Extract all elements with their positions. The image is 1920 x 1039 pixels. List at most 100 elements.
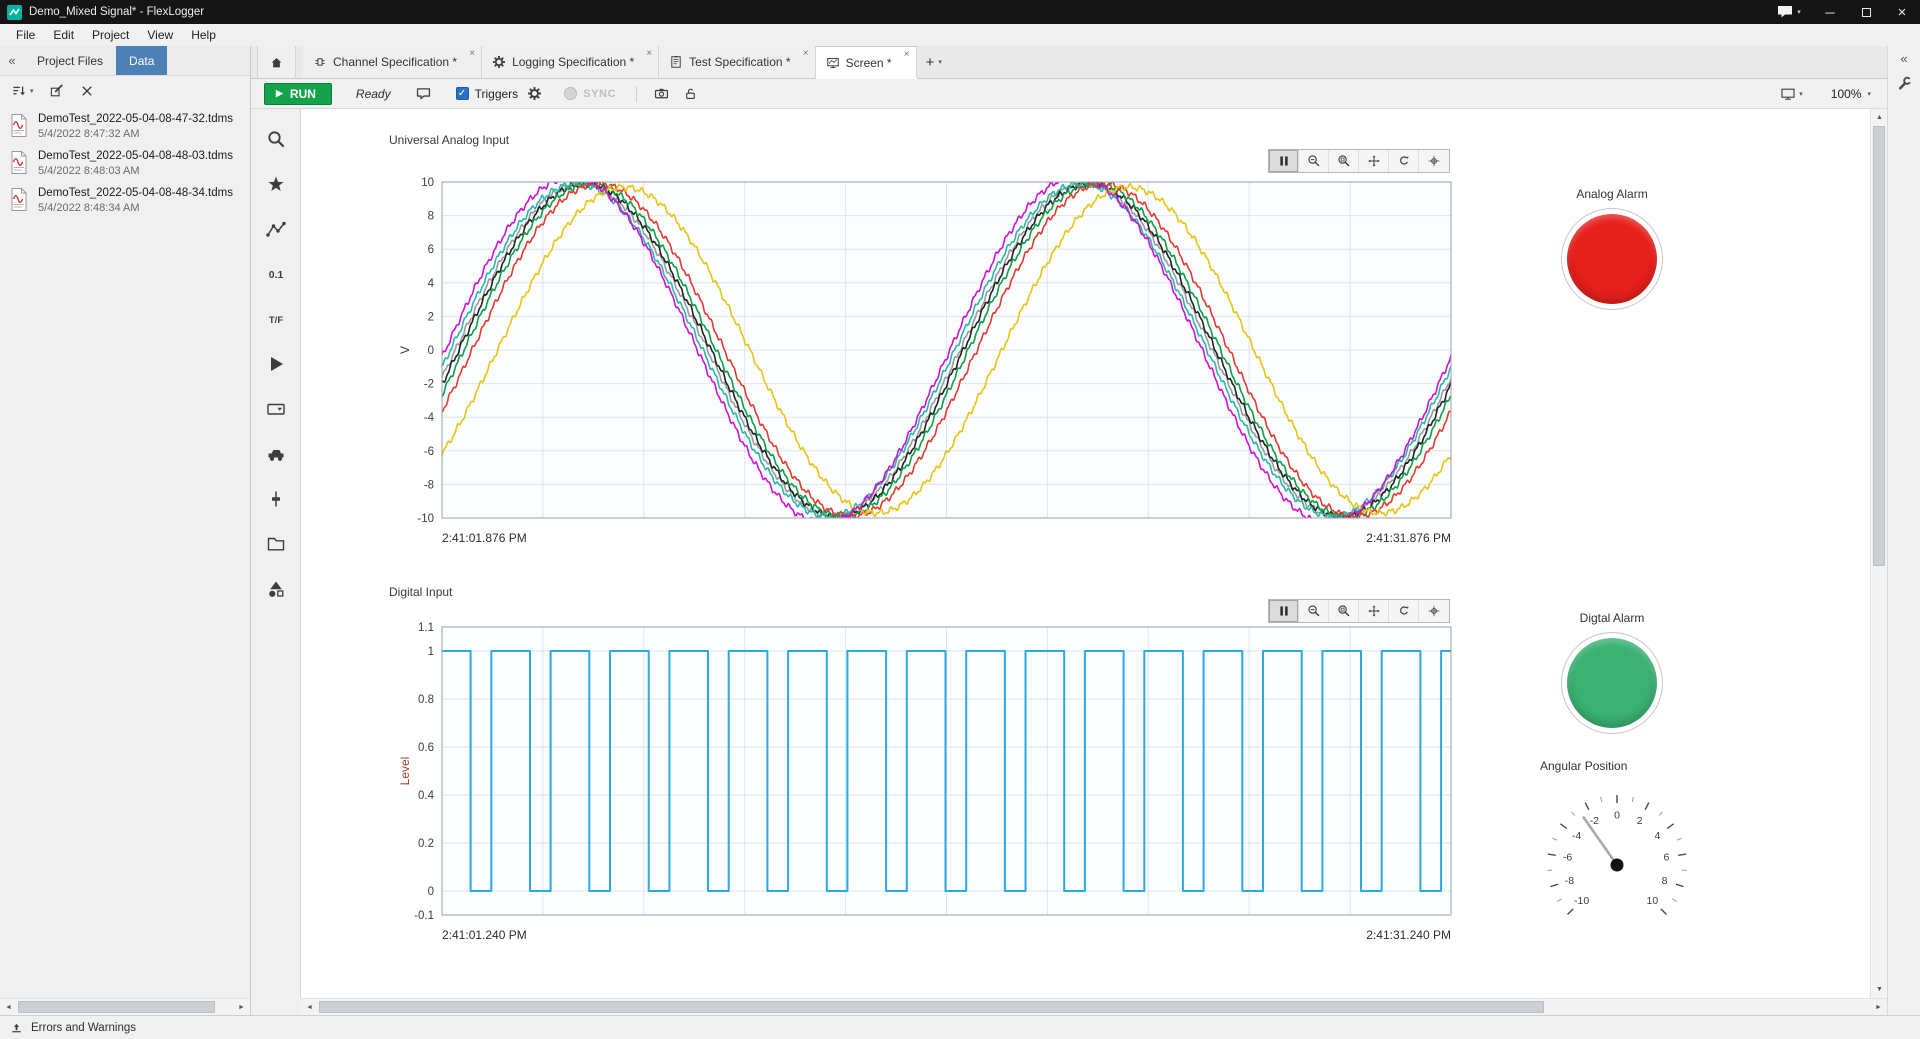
close-tab-icon[interactable]: × xyxy=(803,49,809,59)
digital-alarm-widget[interactable]: Digtal Alarm xyxy=(1552,611,1672,734)
feedback-chat-icon[interactable]: ▾ xyxy=(1766,0,1812,24)
svg-text:0: 0 xyxy=(428,345,434,357)
play-icon: ▶ xyxy=(276,88,283,99)
digital-chart[interactable]: 1.110.80.60.40.20-0.1Level2:41:01.240 PM… xyxy=(396,591,1476,971)
digital-pan-button[interactable] xyxy=(1359,600,1389,622)
universal-analog-input-graph[interactable]: 1086420-2-4-6-8-10V2:41:01.876 PM2:41:31… xyxy=(396,141,1476,561)
expand-right-panel-button[interactable]: « xyxy=(1900,51,1907,66)
close-tab-icon[interactable]: × xyxy=(904,50,910,60)
triggers-checkbox[interactable]: ✓Triggers xyxy=(456,87,519,101)
errors-warnings-label[interactable]: Errors and Warnings xyxy=(31,1022,136,1034)
delete-icon[interactable] xyxy=(80,84,94,98)
triggers-gear-icon[interactable] xyxy=(527,86,542,101)
close-tab-icon[interactable]: × xyxy=(469,49,475,59)
home-icon xyxy=(269,55,284,70)
data-file-item[interactable]: DemoTest_2022-05-04-08-48-03.tdms5/4/202… xyxy=(0,145,250,182)
vertical-scrollbar[interactable]: ▲ ▼ xyxy=(1870,109,1887,998)
scroll-track[interactable] xyxy=(1871,126,1887,981)
analog-tooltip-button[interactable] xyxy=(1419,150,1449,172)
screen-canvas: Universal Analog Input 1086420-2-4-6-8-1… xyxy=(301,109,1870,998)
scroll-track[interactable] xyxy=(318,999,1870,1015)
tab-logging-specification[interactable]: Logging Specification * × xyxy=(482,46,659,78)
palette-vehicle-button[interactable] xyxy=(259,437,293,470)
screenshot-icon[interactable] xyxy=(653,85,670,102)
scroll-thumb[interactable] xyxy=(18,1001,215,1013)
screen-workspace: 0.1 T/F Universal Analog Input 1086420-2-… xyxy=(251,109,1887,998)
data-file-item[interactable]: DemoTest_2022-05-04-08-48-34.tdms5/4/202… xyxy=(0,182,250,219)
scroll-left-icon[interactable]: ◄ xyxy=(0,999,17,1016)
digital-zoom-box-button[interactable] xyxy=(1329,600,1359,622)
palette-numeric-button[interactable]: 0.1 xyxy=(259,257,293,290)
tab-label: Logging Specification * xyxy=(512,55,634,69)
angular-position-widget[interactable]: Angular Position -10-8-6-4-20246810 xyxy=(1527,759,1707,953)
analog-zoom-out-button[interactable] xyxy=(1299,150,1329,172)
palette-container-button[interactable] xyxy=(259,527,293,560)
sidebar-horizontal-scrollbar[interactable]: ◄ ► xyxy=(0,998,250,1015)
menu-item-project[interactable]: Project xyxy=(83,25,138,45)
scroll-left-icon[interactable]: ◄ xyxy=(301,999,318,1016)
screen-layout-icon[interactable]: ▾ xyxy=(1780,86,1803,102)
sort-filter-icon[interactable] xyxy=(11,83,27,99)
tab-project-files[interactable]: Project Files xyxy=(24,46,116,75)
menu-item-file[interactable]: File xyxy=(7,25,44,45)
digital-reset-zoom-button[interactable] xyxy=(1389,600,1419,622)
edit-icon[interactable] xyxy=(49,83,65,99)
analog-pause-button[interactable] xyxy=(1269,150,1299,172)
palette-search-button[interactable] xyxy=(259,122,293,155)
tab-home[interactable] xyxy=(257,46,296,78)
close-button[interactable]: × xyxy=(1884,0,1920,24)
close-tab-icon[interactable]: × xyxy=(646,49,652,59)
analog-chart[interactable]: 1086420-2-4-6-8-10V2:41:01.876 PM2:41:31… xyxy=(396,141,1476,561)
scroll-right-icon[interactable]: ► xyxy=(1870,999,1887,1016)
run-button[interactable]: ▶RUN xyxy=(264,83,332,105)
wrench-icon[interactable] xyxy=(1896,75,1913,92)
menu-item-edit[interactable]: Edit xyxy=(44,25,83,45)
maximize-button[interactable] xyxy=(1848,0,1884,24)
palette-slider-button[interactable] xyxy=(259,482,293,515)
palette-play-button[interactable] xyxy=(259,347,293,380)
digital-alarm-label: Digtal Alarm xyxy=(1552,611,1672,625)
tab-channel-specification[interactable]: Channel Specification *× xyxy=(303,46,482,78)
menu-item-help[interactable]: Help xyxy=(182,25,225,45)
gauge[interactable]: -10-8-6-4-20246810 xyxy=(1527,773,1707,953)
digital-input-graph[interactable]: 1.110.80.60.40.20-0.1Level2:41:01.240 PM… xyxy=(396,591,1476,971)
tab-data[interactable]: Data xyxy=(116,46,167,75)
analog-alarm-widget[interactable]: Analog Alarm xyxy=(1552,187,1672,310)
comment-icon[interactable] xyxy=(415,85,432,102)
palette-boolean-button[interactable]: T/F xyxy=(259,302,293,335)
add-screen-button[interactable]: +▾ xyxy=(917,46,951,78)
collapse-sidebar-button[interactable]: « xyxy=(0,46,24,75)
scroll-thumb[interactable] xyxy=(1873,126,1885,566)
minimize-button[interactable]: ─ xyxy=(1812,0,1848,24)
analog-reset-zoom-button[interactable] xyxy=(1389,150,1419,172)
scroll-thumb[interactable] xyxy=(319,1001,1544,1013)
digital-zoom-out-button[interactable] xyxy=(1299,600,1329,622)
add-screen-caret-icon[interactable]: ▾ xyxy=(938,58,942,66)
tooltip-icon xyxy=(1427,154,1441,168)
analog-pan-button[interactable] xyxy=(1359,150,1389,172)
scroll-up-icon[interactable]: ▲ xyxy=(1871,109,1888,126)
zoom-caret-icon[interactable]: ▾ xyxy=(1867,90,1871,98)
palette-graph-button[interactable] xyxy=(259,212,293,245)
tab-test-specification[interactable]: Test Specification *× xyxy=(659,46,815,78)
data-file-item[interactable]: DemoTest_2022-05-04-08-47-32.tdms5/4/202… xyxy=(0,108,250,145)
palette-shapes-button[interactable] xyxy=(259,572,293,605)
palette-combobox-button[interactable] xyxy=(259,392,293,425)
sort-filter-caret-icon[interactable]: ▾ xyxy=(30,87,34,95)
angular-position-gauge[interactable]: -10-8-6-4-20246810 xyxy=(1527,773,1707,953)
checkbox-check-icon[interactable]: ✓ xyxy=(456,87,469,100)
menu-item-view[interactable]: View xyxy=(138,25,182,45)
main-horizontal-scrollbar[interactable]: ◄ ► xyxy=(301,998,1887,1015)
scroll-right-icon[interactable]: ► xyxy=(233,999,250,1016)
palette-star-button[interactable] xyxy=(259,167,293,200)
zoom-control[interactable]: 100%▾ xyxy=(1831,87,1871,101)
analog-zoom-box-button[interactable] xyxy=(1329,150,1359,172)
scroll-down-icon[interactable]: ▼ xyxy=(1871,981,1888,998)
lock-icon[interactable] xyxy=(683,86,698,101)
tab-screen[interactable]: Screen *× xyxy=(816,46,917,78)
zoom-out-icon xyxy=(1307,154,1321,168)
digital-tooltip-button[interactable] xyxy=(1419,600,1449,622)
digital-pause-button[interactable] xyxy=(1269,600,1299,622)
scroll-track[interactable] xyxy=(17,999,233,1015)
errors-warnings-icon[interactable] xyxy=(10,1021,23,1034)
